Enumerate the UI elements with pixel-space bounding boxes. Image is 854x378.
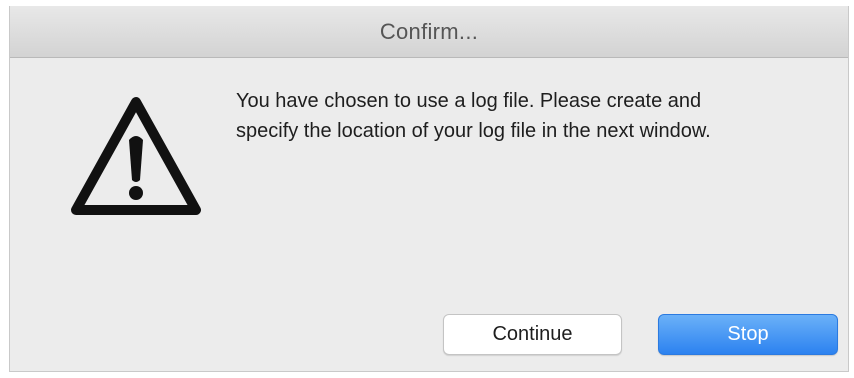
warning-triangle-icon <box>71 97 201 215</box>
dialog-message: You have chosen to use a log file. Pleas… <box>236 86 836 146</box>
message-line-2: specify the location of your log file in… <box>236 120 711 142</box>
continue-button[interactable]: Continue <box>443 314 622 355</box>
message-line-1: You have chosen to use a log file. Pleas… <box>236 90 702 112</box>
dialog-title: Confirm... <box>379 18 479 44</box>
stop-button[interactable]: Stop <box>658 314 838 355</box>
dialog-titlebar[interactable]: Confirm... <box>10 6 848 58</box>
confirm-dialog: Confirm... You have chosen to use a log … <box>9 6 849 372</box>
